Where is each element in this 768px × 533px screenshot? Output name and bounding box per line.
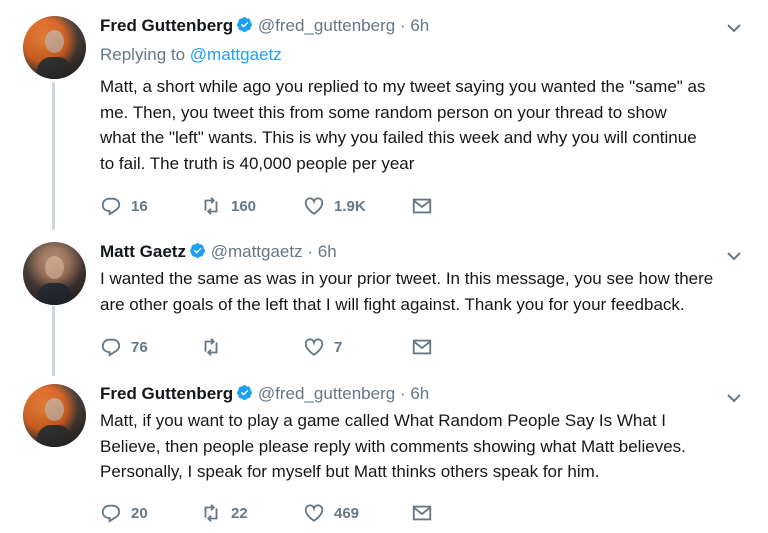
author-avatar[interactable] [23,16,86,79]
reply-button[interactable]: 76 [100,336,200,358]
tweet-text-line: I wanted the same as was in your prior t… [100,269,714,288]
timestamp[interactable]: 6h [410,16,429,35]
retweet-icon [204,197,218,215]
separator: · [399,16,406,35]
like-button[interactable]: 1.9K [303,195,411,217]
author-handle[interactable]: @fred_guttenberg [258,384,395,403]
retweet-button[interactable] [200,336,303,358]
direct-message-button[interactable] [411,195,433,217]
tweet-text: I wanted the same as was in your prior t… [100,266,750,317]
verified-badge-icon [190,243,205,258]
reply-button[interactable]: 20 [100,502,200,524]
author-name[interactable]: Fred Guttenberg [100,16,233,35]
replying-to: Replying to @mattgaetz [100,45,282,65]
verified-badge-icon [237,17,253,32]
reply-count: 16 [131,197,148,215]
like-icon [304,504,324,522]
tweet-text-line: to fail. The truth is 40,000 people per … [100,153,415,173]
tweet-text: Matt, if you want to play a game called … [100,408,750,485]
author-avatar[interactable] [23,384,86,447]
like-icon [304,197,324,215]
direct-message-icon [412,339,432,355]
tweet-actions: 16 160 1.9K [100,193,433,219]
tweet[interactable]: Matt Gaetz @mattgaetz · 6h I wanted the … [0,240,768,365]
tweet-header: Fred Guttenberg @fred_guttenberg · 6h [100,384,429,404]
separator: · [399,384,406,403]
retweet-icon [204,338,218,356]
chevron-down-icon[interactable] [726,248,742,264]
reply-count: 76 [131,338,148,356]
tweet-text-line: Believe, then people please reply with c… [100,436,686,456]
reply-icon [101,504,121,523]
reply-button[interactable]: 16 [100,195,200,217]
author-handle[interactable]: @mattgaetz [211,242,303,261]
author-avatar[interactable] [23,242,86,305]
tweet-actions: 20 22 469 [100,500,433,526]
tweet-text-line: Matt, if you want to play a game called … [100,411,666,430]
direct-message-button[interactable] [411,502,433,524]
tweet-actions: 76 7 [100,334,433,360]
direct-message-icon [412,505,432,521]
like-count: 469 [334,504,360,522]
chevron-down-icon[interactable] [726,20,742,36]
author-handle[interactable]: @fred_guttenberg [258,16,395,35]
direct-message-icon [412,198,432,214]
retweet-button[interactable]: 160 [200,195,303,217]
tweet-header: Matt Gaetz @mattgaetz · 6h [100,242,337,262]
like-button[interactable]: 469 [303,502,411,524]
timestamp[interactable]: 6h [318,242,337,261]
tweet-text-line: Personally, I speak for myself but Matt … [100,462,600,481]
replying-to-label: Replying to [100,45,186,64]
retweet-count: 22 [231,504,248,522]
tweet-header: Fred Guttenberg @fred_guttenberg · 6h [100,16,429,36]
author-name[interactable]: Fred Guttenberg [100,384,233,403]
tweet-text-line: are other goals of the left that I will … [100,294,685,314]
reply-count: 20 [131,504,148,522]
like-count: 1.9K [334,197,366,215]
tweet-text-line: Matt, a short while ago you replied to m… [100,77,706,96]
tweet-text-line: what the "left" wants. This is why you f… [100,128,697,147]
reply-icon [101,338,121,357]
direct-message-button[interactable] [411,336,433,358]
separator: · [307,242,314,261]
like-button[interactable]: 7 [303,336,411,358]
retweet-count: 160 [231,197,257,215]
retweet-icon [204,504,218,522]
like-count: 7 [334,338,343,356]
timestamp[interactable]: 6h [410,384,429,403]
chevron-down-icon[interactable] [726,390,742,406]
tweet[interactable]: Fred Guttenberg @fred_guttenberg · 6h Ma… [0,382,768,532]
tweet-text-line: me. Then, you tweet this from some rando… [100,102,667,122]
like-icon [304,338,324,356]
tweet-text: Matt, a short while ago you replied to m… [100,74,750,176]
author-name[interactable]: Matt Gaetz [100,242,186,261]
verified-badge-icon [237,385,253,400]
mention-link[interactable]: @mattgaetz [190,45,282,64]
reply-icon [101,197,121,216]
retweet-button[interactable]: 22 [200,502,303,524]
tweet[interactable]: Fred Guttenberg @fred_guttenberg · 6h Re… [0,14,768,224]
